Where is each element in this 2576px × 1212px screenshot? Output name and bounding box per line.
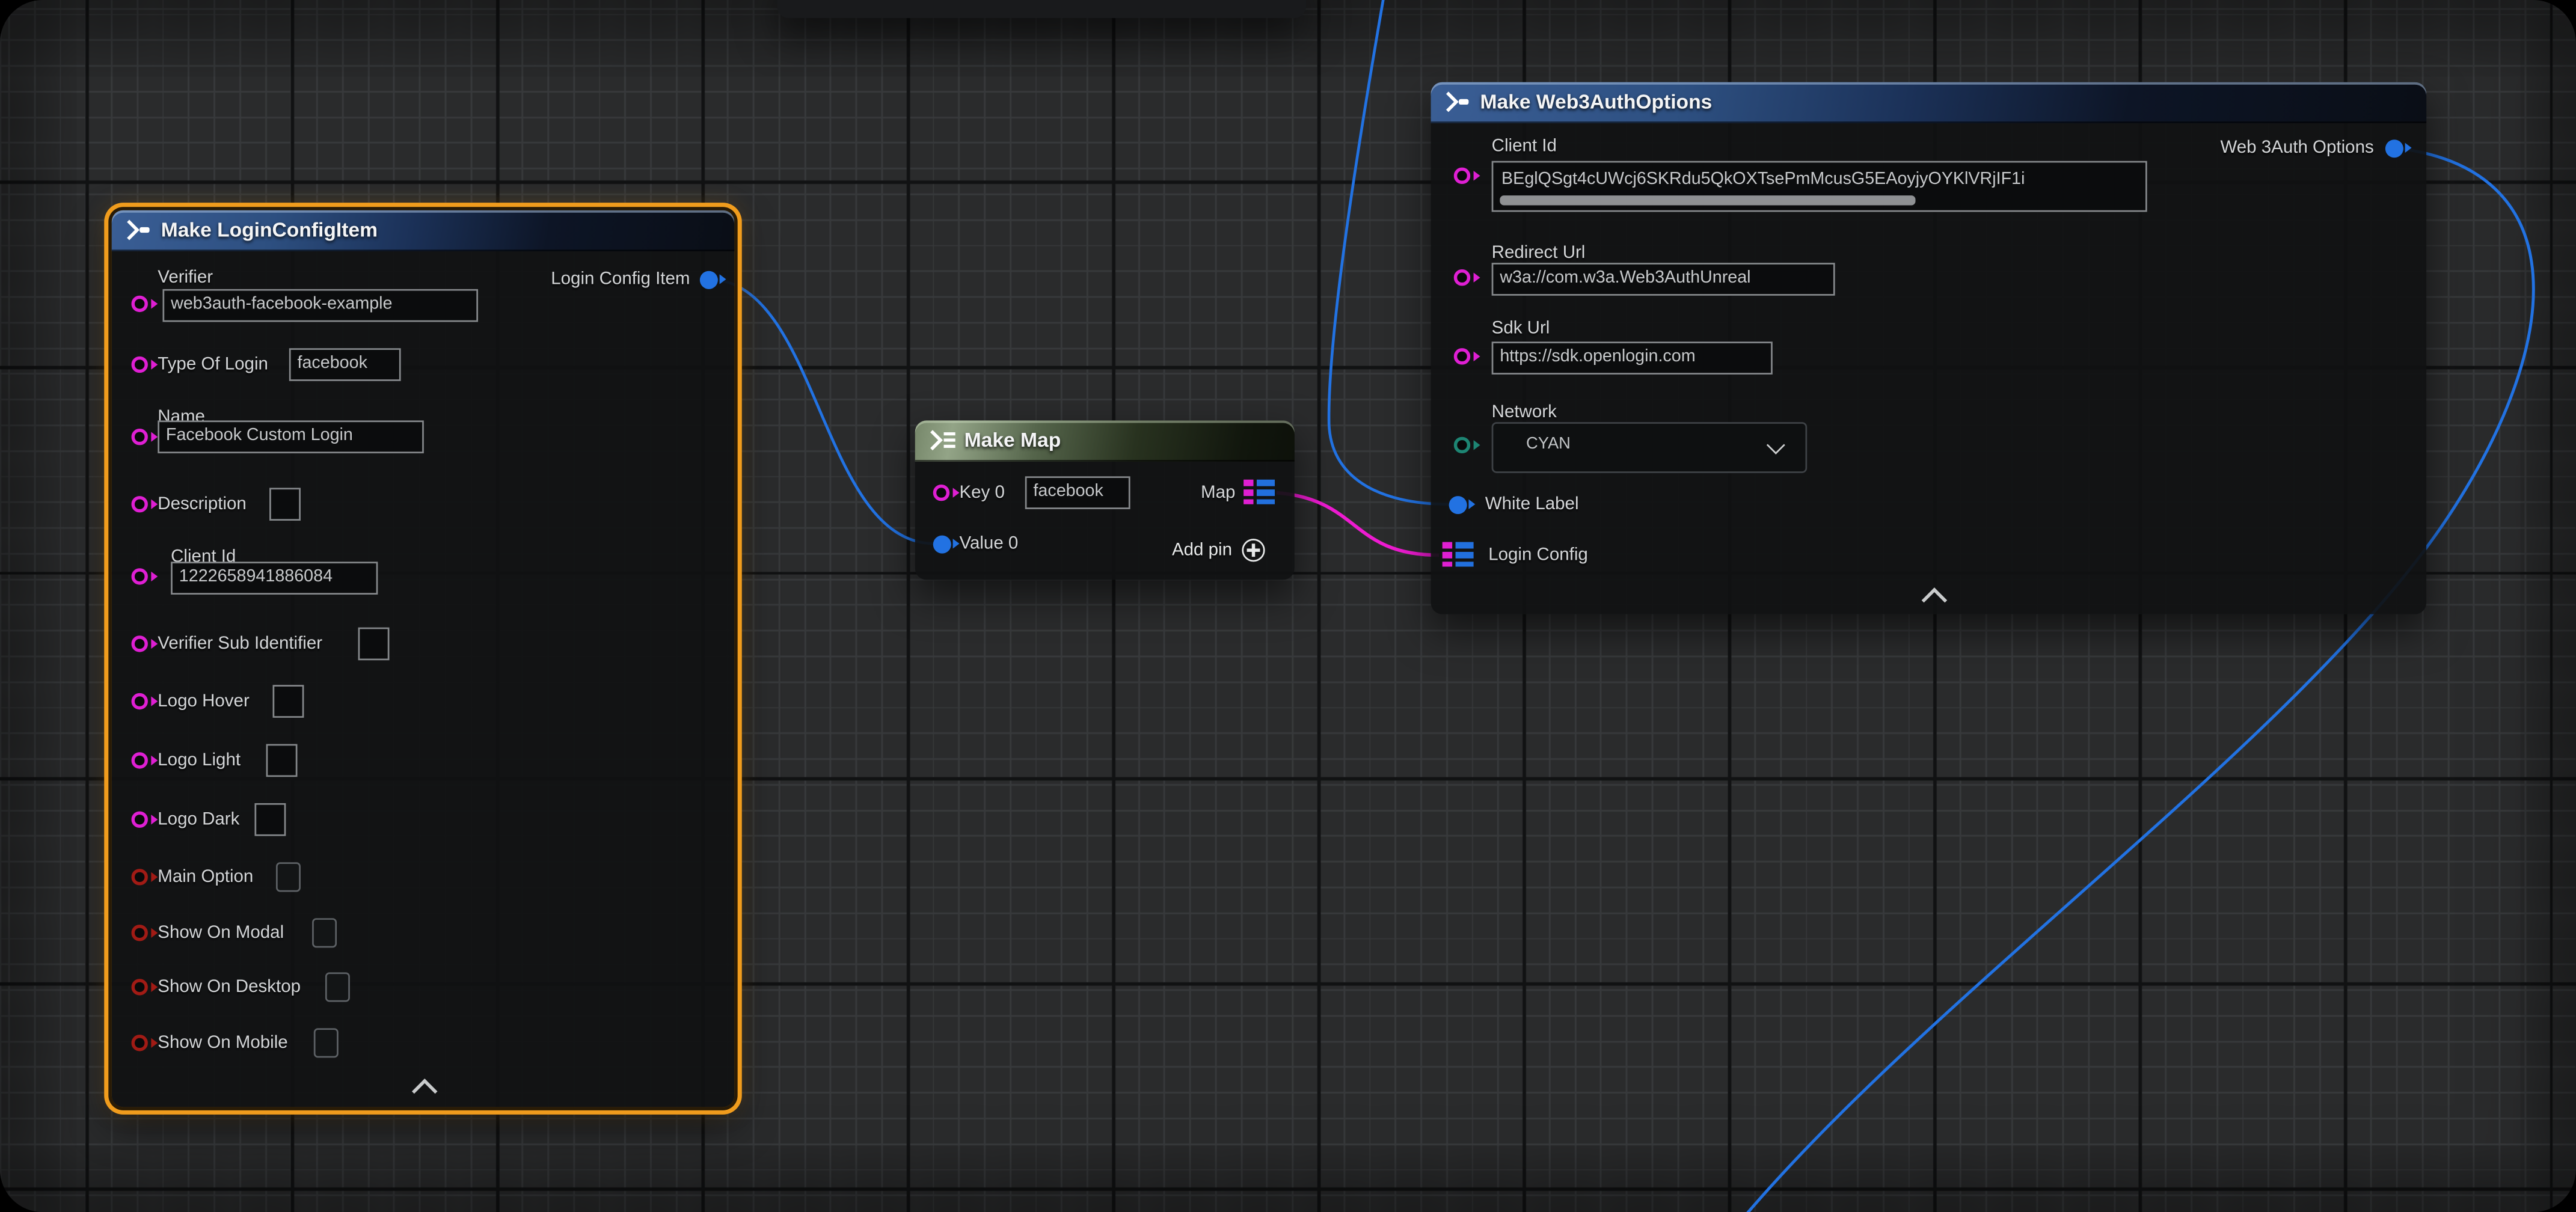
pin-label-login-config: Login Config [1488, 545, 1588, 565]
pin-sdk-url[interactable] [1452, 346, 1472, 366]
output-pin-login-config-item[interactable] [698, 269, 718, 289]
pin-label-show-on-modal: Show On Modal [158, 923, 284, 943]
make-map-icon [928, 429, 956, 451]
client-id-input[interactable]: 1222658941886084 [171, 562, 378, 593]
client-id-scrollbar[interactable] [1500, 195, 1915, 204]
pin-logo-light[interactable] [130, 751, 150, 771]
output-pin-label: Login Config Item [551, 269, 690, 289]
pin-key-0[interactable] [931, 483, 951, 503]
pin-description[interactable] [130, 494, 150, 514]
sdk-url-input[interactable]: https://sdk.openlogin.com [1492, 341, 1773, 373]
pin-label-type-of-login: Type Of Login [158, 355, 268, 375]
show-on-mobile-checkbox[interactable] [314, 1028, 339, 1057]
pin-label-logo-dark: Logo Dark [158, 810, 239, 830]
node-make-map[interactable]: Make Map Key 0 facebook Map Value 0 Add … [915, 420, 1295, 580]
pin-verifier-sub-identifier[interactable] [130, 634, 150, 654]
logo-dark-input[interactable] [254, 803, 286, 836]
add-pin-button[interactable] [1242, 539, 1265, 562]
pin-label-verifier-sub-identifier: Verifier Sub Identifier [158, 634, 322, 654]
node-make-web3authoptions[interactable]: Make Web3AuthOptions Web 3Auth Options C… [1431, 82, 2427, 614]
pin-logo-hover[interactable] [130, 691, 150, 711]
pin-label-sdk-url: Sdk Url [1492, 319, 1550, 338]
logo-light-input[interactable] [266, 744, 298, 777]
pin-show-on-desktop[interactable] [130, 978, 150, 997]
make-struct-icon [1444, 90, 1470, 113]
wire-loginconfigitem-to-value0[interactable] [708, 279, 934, 543]
chevron-down-icon [1767, 436, 1785, 454]
key-0-input[interactable]: facebook [1025, 476, 1130, 508]
pin-label-logo-light: Logo Light [158, 751, 241, 771]
name-input[interactable]: Facebook Custom Login [158, 420, 424, 452]
pin-verifier[interactable] [130, 294, 150, 314]
client-id-input[interactable]: BEglQSgt4cUWcj6SKRdu5QkOXTsePmMcusG5EAoy… [1492, 161, 2147, 212]
pin-name[interactable] [130, 427, 150, 447]
pin-show-on-mobile[interactable] [130, 1033, 150, 1053]
pin-label-map: Map [1201, 483, 1235, 503]
logo-hover-input[interactable] [273, 685, 304, 718]
pin-label-main-option: Main Option [158, 867, 253, 887]
pin-label-description: Description [158, 494, 247, 514]
pin-type-of-login[interactable] [130, 355, 150, 375]
pin-label-white-label: White Label [1485, 494, 1579, 514]
pin-label-network: Network [1492, 402, 1557, 422]
blueprint-graph-canvas[interactable]: Make LoginConfigItem Login Config Item V… [0, 0, 2576, 1212]
pin-client-id[interactable] [1452, 166, 1472, 186]
pin-login-config[interactable] [1443, 542, 1474, 569]
node-title: Make LoginConfigItem [161, 218, 378, 241]
pin-network[interactable] [1452, 435, 1472, 455]
verifier-sub-identifier-input[interactable] [358, 628, 390, 661]
partial-node-top[interactable] [777, 0, 1306, 18]
blueprint-editor: Make LoginConfigItem Login Config Item V… [0, 0, 2576, 1212]
pin-redirect-url[interactable] [1452, 268, 1472, 287]
redirect-url-input[interactable]: w3a://com.w3a.Web3AuthUnreal [1492, 263, 1835, 295]
main-option-checkbox[interactable] [276, 862, 301, 892]
node-header[interactable]: Make Map [915, 420, 1295, 461]
pin-logo-dark[interactable] [130, 810, 150, 830]
pin-label-key-0: Key 0 [959, 483, 1004, 503]
node-title: Make Web3AuthOptions [1480, 90, 1713, 113]
pin-label-redirect-url: Redirect Url [1492, 243, 1586, 263]
client-id-text: BEglQSgt4cUWcj6SKRdu5QkOXTsePmMcusG5EAoy… [1501, 166, 2025, 195]
pin-label-logo-hover: Logo Hover [158, 691, 250, 711]
add-pin-label: Add pin [1172, 540, 1232, 560]
show-on-desktop-checkbox[interactable] [325, 972, 350, 1002]
node-make-loginconfigitem[interactable]: Make LoginConfigItem Login Config Item V… [112, 210, 734, 1107]
pin-value-0[interactable] [931, 534, 951, 554]
pin-label-show-on-desktop: Show On Desktop [158, 978, 301, 997]
node-title: Make Map [964, 429, 1061, 451]
output-pin-map[interactable] [1244, 480, 1275, 506]
collapse-node-chevron-icon[interactable] [1922, 587, 1948, 613]
node-header[interactable]: Make LoginConfigItem [112, 210, 734, 251]
pin-label-verifier: Verifier [158, 268, 213, 287]
node-header[interactable]: Make Web3AuthOptions [1431, 82, 2427, 123]
type-of-login-input[interactable]: facebook [289, 348, 401, 380]
pin-label-value-0: Value 0 [959, 534, 1018, 554]
output-pin-label: Web 3Auth Options [2220, 138, 2373, 158]
network-dropdown-value: CYAN [1526, 435, 1571, 453]
description-input[interactable] [269, 488, 301, 521]
pin-label-client-id: Client Id [1492, 136, 1557, 156]
collapse-node-chevron-icon[interactable] [412, 1079, 437, 1104]
network-dropdown[interactable]: CYAN [1492, 422, 1808, 473]
make-struct-icon [125, 218, 152, 241]
pin-main-option[interactable] [130, 867, 150, 887]
pin-show-on-modal[interactable] [130, 923, 150, 943]
pin-white-label[interactable] [1447, 494, 1467, 514]
show-on-modal-checkbox[interactable] [312, 918, 337, 947]
verifier-input[interactable]: web3auth-facebook-example [162, 289, 478, 321]
pin-client-id[interactable] [130, 567, 150, 587]
pin-label-show-on-mobile: Show On Mobile [158, 1033, 287, 1053]
output-pin-web3auth-options[interactable] [2384, 138, 2403, 158]
